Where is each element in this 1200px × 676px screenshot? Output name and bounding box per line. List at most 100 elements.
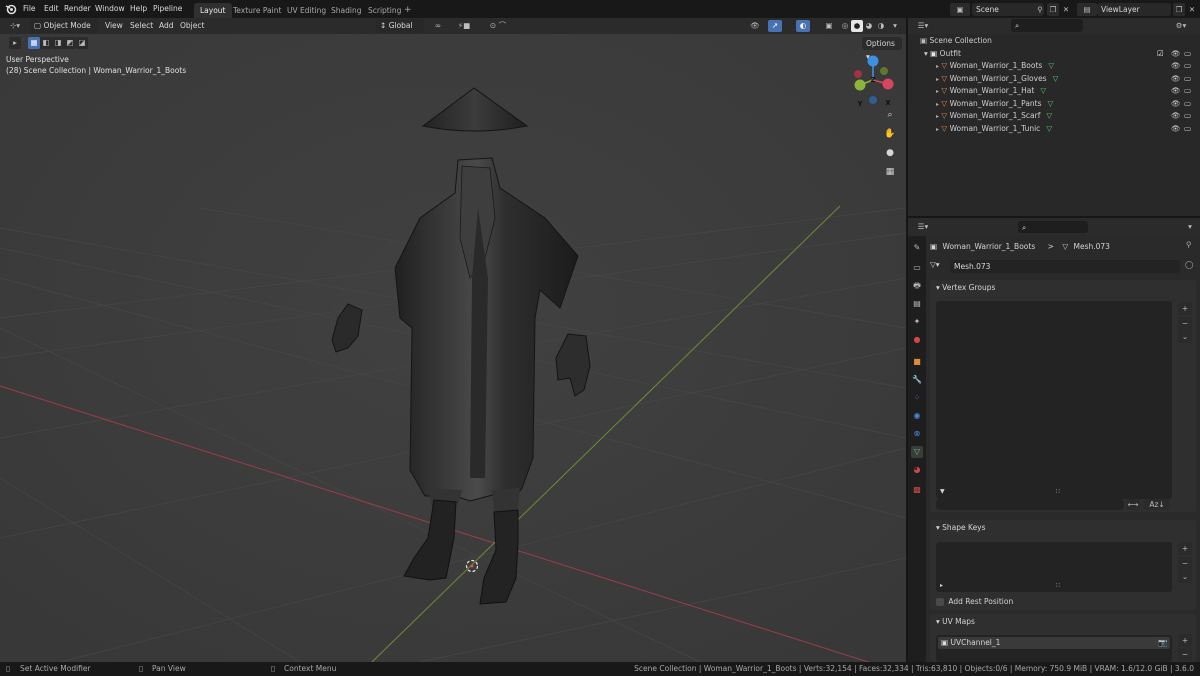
properties-editor-type-icon[interactable]: ☰▾ [913, 221, 933, 233]
mesh-datablock-icon[interactable]: ▽▾ [930, 260, 940, 269]
object-render-icon[interactable]: ▭ [1184, 98, 1191, 111]
menu-object[interactable]: Object [180, 18, 204, 34]
perspective-grid-icon[interactable]: ▦ [881, 163, 899, 181]
mesh-name-field[interactable]: Mesh.073 [950, 260, 1180, 273]
solid-shading-icon[interactable]: ● [851, 20, 863, 32]
scene-icon[interactable]: ▣ [950, 3, 970, 16]
add-uv-map-button[interactable]: + [1178, 634, 1192, 647]
object-visibility-icon[interactable]: 👁 [1171, 110, 1181, 123]
menu-render[interactable]: Render [60, 0, 95, 18]
pan-hand-icon[interactable]: ✋ [881, 125, 899, 143]
mesh-data-tab-icon[interactable]: ▽ [911, 446, 923, 458]
remove-uv-map-button[interactable]: − [1178, 648, 1192, 661]
particles-tab-icon[interactable]: ⁘ [911, 392, 923, 404]
outliner-object-row[interactable]: ▸ ▽ Woman_Warrior_1_Tunic ▽ 👁 ▭ [908, 123, 1200, 136]
select-tool-icon[interactable]: ▸ [9, 37, 21, 49]
material-shading-icon[interactable]: ◕ [863, 20, 875, 32]
object-visibility-icon[interactable]: 👁 [1171, 123, 1181, 136]
list-expand-icon[interactable]: ▸ [940, 582, 943, 589]
vertex-groups-list[interactable]: ▼ ∷ [936, 301, 1172, 499]
pin-properties-icon[interactable]: ⚲ [1186, 240, 1192, 249]
snap-icon[interactable]: ⚡■ [450, 20, 478, 32]
shape-keys-header[interactable]: ▾ Shape Keys [930, 520, 1196, 536]
outliner-object-row[interactable]: ▸ ▽ Woman_Warrior_1_Hat ▽ 👁 ▭ [908, 85, 1200, 98]
vertex-group-filter-input[interactable] [936, 499, 1124, 510]
delete-scene-icon[interactable]: ✕ [1060, 3, 1072, 16]
constraints-tab-icon[interactable]: ⊗ [911, 428, 923, 440]
expand-toggle-icon[interactable]: ▾ [924, 49, 928, 58]
select-subtract-icon[interactable]: ◨ [52, 37, 64, 49]
collection-row-outfit[interactable]: ▾ ▣ Outfit ☑ 👁 ▭ [908, 48, 1200, 61]
remove-vertex-group-button[interactable]: − [1178, 317, 1192, 330]
select-intersect-icon[interactable]: ◪ [76, 37, 88, 49]
vertex-group-specials-button[interactable]: ⌄ [1178, 330, 1192, 343]
outliner-object-row[interactable]: ▸ ▽ Woman_Warrior_1_Gloves ▽ 👁 ▭ [908, 73, 1200, 86]
list-resize-handle[interactable]: ∷ [1056, 488, 1060, 495]
wireframe-shading-icon[interactable]: ◎ [839, 20, 851, 32]
object-visibility-icon[interactable]: 👁 [1171, 98, 1181, 111]
shading-options-icon[interactable]: ▾ [889, 20, 901, 32]
uv-maps-header[interactable]: ▾ UV Maps [930, 614, 1196, 630]
active-render-camera-icon[interactable]: 📷 [1158, 637, 1167, 649]
object-render-icon[interactable]: ▭ [1184, 85, 1191, 98]
expand-toggle-icon[interactable]: ▸ [936, 101, 939, 108]
zoom-icon[interactable]: ⌕ [881, 106, 899, 124]
proportional-edit-icon[interactable]: ⊙ ⌒ [484, 20, 512, 32]
tab-texture-paint[interactable]: Texture Paint [227, 3, 287, 18]
add-rest-position-checkbox[interactable] [936, 598, 944, 606]
collection-visibility-icon[interactable]: 👁 [1171, 48, 1181, 61]
material-tab-icon[interactable]: ◕ [911, 464, 923, 476]
object-tab-icon[interactable]: ■ [911, 356, 923, 368]
render-tab-icon[interactable]: ▭ [911, 262, 923, 274]
tab-layout[interactable]: Layout [194, 3, 232, 18]
add-vertex-group-button[interactable]: + [1178, 302, 1192, 315]
properties-search-input[interactable]: ⌕ [1018, 221, 1088, 233]
view-layer-tab-icon[interactable]: ▤ [911, 298, 923, 310]
menu-help[interactable]: Help [126, 0, 151, 18]
remove-shape-key-button[interactable]: − [1178, 557, 1192, 570]
viewlayer-icon[interactable]: ▤ [1077, 3, 1097, 16]
camera-view-icon[interactable]: ● [881, 144, 899, 162]
fake-user-icon[interactable]: ◯ [1185, 260, 1193, 269]
3d-viewport[interactable]: Z X Y ⌕ ✋ ● ▦ User Perspective (28) Scen… [0, 18, 906, 662]
vertex-groups-header[interactable]: ▾ Vertex Groups [930, 280, 1196, 296]
uv-map-row[interactable]: ▣ UVChannel_1 📷 [938, 637, 1170, 649]
object-render-icon[interactable]: ▭ [1184, 110, 1191, 123]
sort-invert-icon[interactable]: ⟷ [1126, 499, 1140, 510]
modifier-tab-icon[interactable]: 🔧 [911, 374, 923, 386]
list-expand-icon[interactable]: ▼ [940, 488, 945, 495]
object-render-icon[interactable]: ▭ [1184, 73, 1191, 86]
select-new-icon[interactable]: ▦ [28, 37, 40, 49]
collection-checkbox-icon[interactable]: ☑ [1157, 48, 1164, 61]
blender-logo-icon[interactable] [5, 3, 17, 15]
expand-toggle-icon[interactable]: ▸ [936, 76, 939, 83]
select-extend-icon[interactable]: ◧ [40, 37, 52, 49]
menu-add[interactable]: Add [159, 18, 174, 34]
menu-window[interactable]: Window [91, 0, 129, 18]
copy-scene-icon[interactable]: ❐ [1047, 3, 1059, 16]
object-render-icon[interactable]: ▭ [1184, 123, 1191, 136]
world-tab-icon[interactable]: ● [911, 334, 923, 346]
expand-toggle-icon[interactable]: ▸ [936, 113, 939, 120]
expand-toggle-icon[interactable]: ▸ [936, 126, 939, 133]
texture-tab-icon[interactable]: ▩ [911, 484, 923, 496]
object-visibility-icon[interactable]: 👁 [1171, 85, 1181, 98]
viewlayer-selector[interactable]: ViewLayer [1097, 3, 1171, 16]
physics-tab-icon[interactable]: ◉ [911, 410, 923, 422]
expand-toggle-icon[interactable]: ▸ [936, 88, 939, 95]
sort-alpha-icon[interactable]: Az↓ [1144, 499, 1170, 510]
shape-keys-list[interactable]: ▸ ∷ [936, 542, 1172, 592]
editor-type-icon[interactable]: ⊹▾ [5, 20, 25, 32]
outliner-object-row[interactable]: ▸ ▽ Woman_Warrior_1_Scarf ▽ 👁 ▭ [908, 110, 1200, 123]
visibility-icon[interactable]: 👁 [745, 20, 765, 32]
object-visibility-icon[interactable]: 👁 [1171, 60, 1181, 73]
object-render-icon[interactable]: ▭ [1184, 60, 1191, 73]
add-shape-key-button[interactable]: + [1178, 542, 1192, 555]
menu-file[interactable]: File [19, 0, 40, 18]
add-workspace-button[interactable]: + [398, 3, 418, 18]
properties-options-icon[interactable]: ▾ [1184, 221, 1196, 233]
mode-selector[interactable]: ▢ Object Mode [30, 19, 98, 33]
options-button[interactable]: Options ▾ [862, 37, 902, 61]
object-visibility-icon[interactable]: 👁 [1171, 73, 1181, 86]
menu-pipeline[interactable]: Pipeline [149, 0, 186, 18]
